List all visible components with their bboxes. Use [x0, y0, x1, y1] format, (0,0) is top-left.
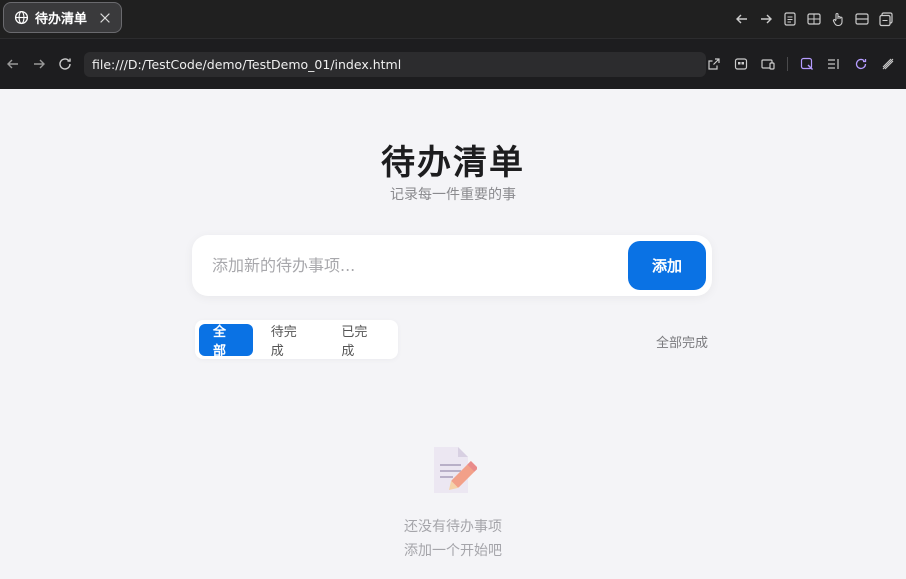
tab-title: 待办清单	[35, 12, 88, 27]
close-icon[interactable]	[97, 10, 113, 26]
tab-pending[interactable]: 待完成	[257, 324, 324, 359]
device-icon[interactable]	[760, 56, 776, 72]
complete-all-button[interactable]: 全部完成	[656, 332, 708, 351]
app-install-icon[interactable]	[733, 56, 749, 72]
todo-input[interactable]	[212, 247, 612, 283]
tab-completed[interactable]: 已完成	[327, 324, 394, 359]
filter-tabs: 全部 待完成 已完成	[195, 320, 398, 359]
collections-icon[interactable]	[878, 11, 894, 27]
reading-list-icon[interactable]	[826, 56, 842, 72]
input-card: 添加	[192, 235, 712, 296]
document-icon[interactable]	[782, 11, 798, 27]
memo-icon	[431, 445, 478, 495]
extensions-icon[interactable]	[880, 56, 896, 72]
page-subtitle: 记录每一件重要的事	[390, 187, 516, 203]
globe-icon	[14, 10, 29, 25]
browser-tab[interactable]: 待办清单	[3, 2, 122, 33]
toolbar-divider	[787, 57, 788, 71]
url-text: file:///D:/TestCode/demo/TestDemo_01/ind…	[92, 57, 402, 72]
split-view-icon[interactable]	[854, 11, 870, 27]
back-icon[interactable]	[5, 56, 21, 72]
tab-all[interactable]: 全部	[199, 323, 253, 359]
book-icon[interactable]	[806, 11, 822, 27]
sync-icon[interactable]	[853, 56, 869, 72]
todo-page: 待办清单 记录每一件重要的事 添加 全部 待完成 已完成 全部完成 还没有待办事…	[0, 89, 906, 579]
arrow-left-icon[interactable]	[734, 11, 750, 27]
tab-strip: 待办清单	[0, 0, 906, 38]
copilot-edit-icon[interactable]	[799, 56, 815, 72]
browser-chrome: 待办清单 file:///D:/TestCode/demo/TestDemo_0…	[0, 0, 906, 89]
window-toolbar	[734, 0, 894, 38]
page-title: 待办清单	[381, 143, 525, 183]
empty-state-hint: 添加一个开始吧	[404, 543, 502, 559]
address-row: file:///D:/TestCode/demo/TestDemo_01/ind…	[0, 38, 906, 89]
forward-icon[interactable]	[31, 56, 47, 72]
arrow-right-icon[interactable]	[758, 11, 774, 27]
open-external-icon[interactable]	[706, 56, 722, 72]
refresh-icon[interactable]	[57, 56, 73, 72]
empty-state-message: 还没有待办事项	[404, 519, 502, 535]
add-button[interactable]: 添加	[628, 241, 706, 290]
address-bar[interactable]: file:///D:/TestCode/demo/TestDemo_01/ind…	[84, 52, 706, 77]
address-toolbar	[706, 56, 896, 72]
hand-pointer-icon[interactable]	[830, 11, 846, 27]
navigation-buttons	[5, 56, 73, 72]
